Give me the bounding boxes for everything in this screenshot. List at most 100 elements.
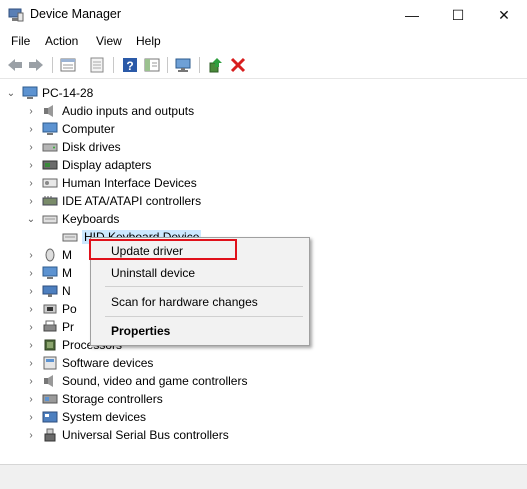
- tree-item-label: Keyboards: [62, 212, 120, 226]
- chevron-right-icon[interactable]: ›: [26, 142, 36, 153]
- tree-item-hid[interactable]: › Human Interface Devices: [26, 174, 196, 192]
- tree-item-m1[interactable]: › M: [26, 246, 72, 264]
- menu-file[interactable]: File: [11, 34, 30, 48]
- tree-item-label: System devices: [62, 410, 147, 424]
- tree-item-usb[interactable]: › Universal Serial Bus controllers: [26, 426, 229, 444]
- chevron-right-icon[interactable]: ›: [26, 250, 36, 261]
- tree-item-keyboards[interactable]: ⌄ Keyboards: [26, 210, 120, 228]
- tree-item-pr[interactable]: › Pr: [26, 318, 74, 336]
- tree-item-sound[interactable]: › Sound, video and game controllers: [26, 372, 247, 390]
- tree-item-n[interactable]: › N: [26, 282, 71, 300]
- chevron-right-icon[interactable]: ›: [26, 178, 36, 189]
- toolbar: ?: [0, 52, 527, 79]
- system-devices-icon: [42, 411, 58, 423]
- window-title: Device Manager: [30, 7, 122, 21]
- device-manager-icon: [8, 8, 24, 22]
- chevron-right-icon[interactable]: ›: [26, 430, 36, 441]
- tree-item-label: Computer: [62, 122, 115, 136]
- tree-item-computer[interactable]: › Computer: [26, 120, 115, 138]
- close-icon: ✕: [498, 6, 510, 23]
- tree-item-label: Software devices: [62, 356, 154, 370]
- chevron-right-icon[interactable]: ›: [26, 196, 36, 207]
- svg-text:?: ?: [126, 59, 133, 73]
- menu-help[interactable]: Help: [136, 34, 161, 48]
- tree-item-label: Universal Serial Bus controllers: [62, 428, 229, 442]
- properties-grid-icon[interactable]: [59, 56, 77, 74]
- tree-item-label: Disk drives: [62, 140, 121, 154]
- back-arrow-icon[interactable]: [6, 56, 24, 74]
- context-properties[interactable]: Properties: [111, 324, 170, 338]
- chevron-right-icon[interactable]: ›: [26, 268, 36, 279]
- chevron-down-icon[interactable]: ⌄: [26, 214, 36, 225]
- tree-item-m2[interactable]: › M: [26, 264, 72, 282]
- tree-item-display-adapters[interactable]: › Display adapters: [26, 156, 151, 174]
- tree-item-label: IDE ATA/ATAPI controllers: [62, 194, 202, 208]
- help-icon[interactable]: ?: [121, 56, 139, 74]
- close-button[interactable]: ✕: [481, 0, 527, 30]
- tree-root-label: PC-14-28: [42, 86, 94, 100]
- chevron-right-icon[interactable]: ›: [26, 160, 36, 171]
- monitor-icon: [42, 122, 58, 135]
- tree-root[interactable]: ⌄ PC-14-28: [6, 84, 94, 102]
- ide-controller-icon: [42, 196, 58, 206]
- chevron-right-icon[interactable]: ›: [26, 124, 36, 135]
- chevron-right-icon[interactable]: ›: [26, 376, 36, 387]
- uninstall-x-icon[interactable]: [229, 56, 247, 74]
- chevron-right-icon[interactable]: ›: [26, 286, 36, 297]
- chevron-right-icon[interactable]: ›: [26, 412, 36, 423]
- tree-item-label: N: [62, 284, 71, 298]
- menu-bar: File Action View Help: [0, 30, 527, 52]
- disk-drive-icon: [42, 143, 58, 152]
- tree-item-disk-drives[interactable]: › Disk drives: [26, 138, 121, 156]
- tree-item-label: Pr: [62, 320, 74, 334]
- tree-item-ide[interactable]: › IDE ATA/ATAPI controllers: [26, 192, 201, 210]
- tree-item-storage[interactable]: › Storage controllers: [26, 390, 163, 408]
- chevron-down-icon[interactable]: ⌄: [6, 88, 16, 99]
- tree-item-label: Po: [62, 302, 77, 316]
- tree-item-po[interactable]: › Po: [26, 300, 77, 318]
- scan-monitor-icon[interactable]: [174, 56, 192, 74]
- maximize-button[interactable]: ☐: [435, 0, 481, 30]
- tree-item-label: Sound, video and game controllers: [62, 374, 248, 388]
- menu-view[interactable]: View: [96, 34, 122, 48]
- view-panel-icon[interactable]: [143, 56, 161, 74]
- chevron-right-icon[interactable]: ›: [26, 106, 36, 117]
- storage-controller-icon: [42, 394, 58, 404]
- tree-item-label: M: [62, 266, 72, 280]
- minimize-icon: —: [405, 7, 419, 23]
- usb-icon: [44, 428, 56, 442]
- tree-item-audio[interactable]: › Audio inputs and outputs: [26, 102, 194, 120]
- tree-item-label: Storage controllers: [62, 392, 163, 406]
- keyboard-icon: [42, 215, 58, 224]
- tree-item-label: Audio inputs and outputs: [62, 104, 195, 118]
- network-icon: [42, 285, 58, 297]
- tree-item-system[interactable]: › System devices: [26, 408, 146, 426]
- hid-icon: [42, 178, 58, 188]
- maximize-icon: ☐: [451, 6, 465, 23]
- update-driver-icon[interactable]: [207, 56, 225, 74]
- monitor-icon: [42, 266, 58, 279]
- mouse-icon: [45, 248, 55, 262]
- display-adapter-icon: [42, 160, 58, 170]
- printer-icon: [43, 320, 57, 332]
- minimize-button[interactable]: —: [389, 0, 435, 30]
- highlight-box: [89, 239, 237, 260]
- chevron-right-icon[interactable]: ›: [26, 304, 36, 315]
- context-uninstall-device[interactable]: Uninstall device: [111, 266, 195, 280]
- tree-item-software[interactable]: › Software devices: [26, 354, 153, 372]
- speaker-icon: [44, 375, 53, 387]
- chevron-right-icon[interactable]: ›: [26, 394, 36, 405]
- software-icon: [43, 356, 57, 370]
- tree-item-label: Display adapters: [62, 158, 152, 172]
- port-icon: [43, 304, 57, 314]
- context-scan-hardware[interactable]: Scan for hardware changes: [111, 295, 258, 309]
- chevron-right-icon[interactable]: ›: [26, 358, 36, 369]
- chevron-right-icon[interactable]: ›: [26, 340, 36, 351]
- forward-arrow-icon[interactable]: [27, 56, 45, 74]
- keyboard-icon: [62, 233, 78, 242]
- chevron-right-icon[interactable]: ›: [26, 322, 36, 333]
- speaker-icon: [44, 105, 53, 117]
- menu-action[interactable]: Action: [45, 34, 78, 48]
- computer-icon: [22, 86, 38, 99]
- document-icon[interactable]: [88, 56, 106, 74]
